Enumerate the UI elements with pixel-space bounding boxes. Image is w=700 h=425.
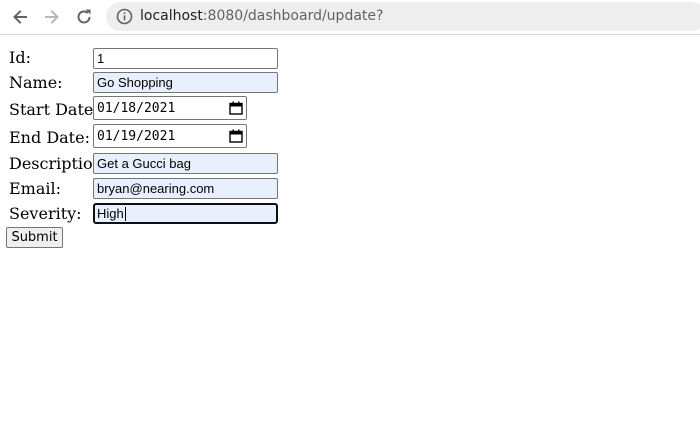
submit-button[interactable]: Submit <box>6 227 63 248</box>
reload-button[interactable] <box>72 5 96 29</box>
forward-button[interactable] <box>40 5 64 29</box>
description-input[interactable]: Get a Gucci bag <box>93 153 278 174</box>
info-icon[interactable] <box>116 8 133 25</box>
url-path: :8080/dashboard/update? <box>202 8 384 24</box>
start-date-value: 01/18/2021 <box>97 100 176 116</box>
email-input[interactable]: bryan@nearing.com <box>93 178 278 199</box>
severity-input[interactable]: High <box>93 203 278 224</box>
browser-toolbar: localhost:8080/dashboard/update? <box>0 0 700 35</box>
name-label: Name: <box>9 73 63 92</box>
email-label: Email: <box>9 179 62 198</box>
severity-label: Severity: <box>9 204 82 223</box>
end-date-input[interactable]: 01/19/2021 <box>93 124 247 148</box>
end-date-label: End Date: <box>9 128 90 147</box>
id-input[interactable]: 1 <box>93 48 278 69</box>
calendar-icon[interactable] <box>229 101 243 115</box>
calendar-icon[interactable] <box>229 129 243 143</box>
start-date-label: Start Date: <box>9 100 99 119</box>
address-bar[interactable]: localhost:8080/dashboard/update? <box>106 2 700 31</box>
url-text: localhost:8080/dashboard/update? <box>140 8 383 25</box>
back-button[interactable] <box>8 5 32 29</box>
forward-arrow-icon <box>45 10 59 24</box>
end-date-value: 01/19/2021 <box>97 128 176 144</box>
reload-icon <box>77 9 91 24</box>
id-label: Id: <box>9 48 31 67</box>
url-host: localhost <box>140 8 203 24</box>
text-caret <box>124 206 126 221</box>
name-input[interactable]: Go Shopping <box>93 72 278 93</box>
start-date-input[interactable]: 01/18/2021 <box>93 96 247 120</box>
severity-value: High <box>97 206 124 221</box>
back-arrow-icon <box>13 10 27 24</box>
